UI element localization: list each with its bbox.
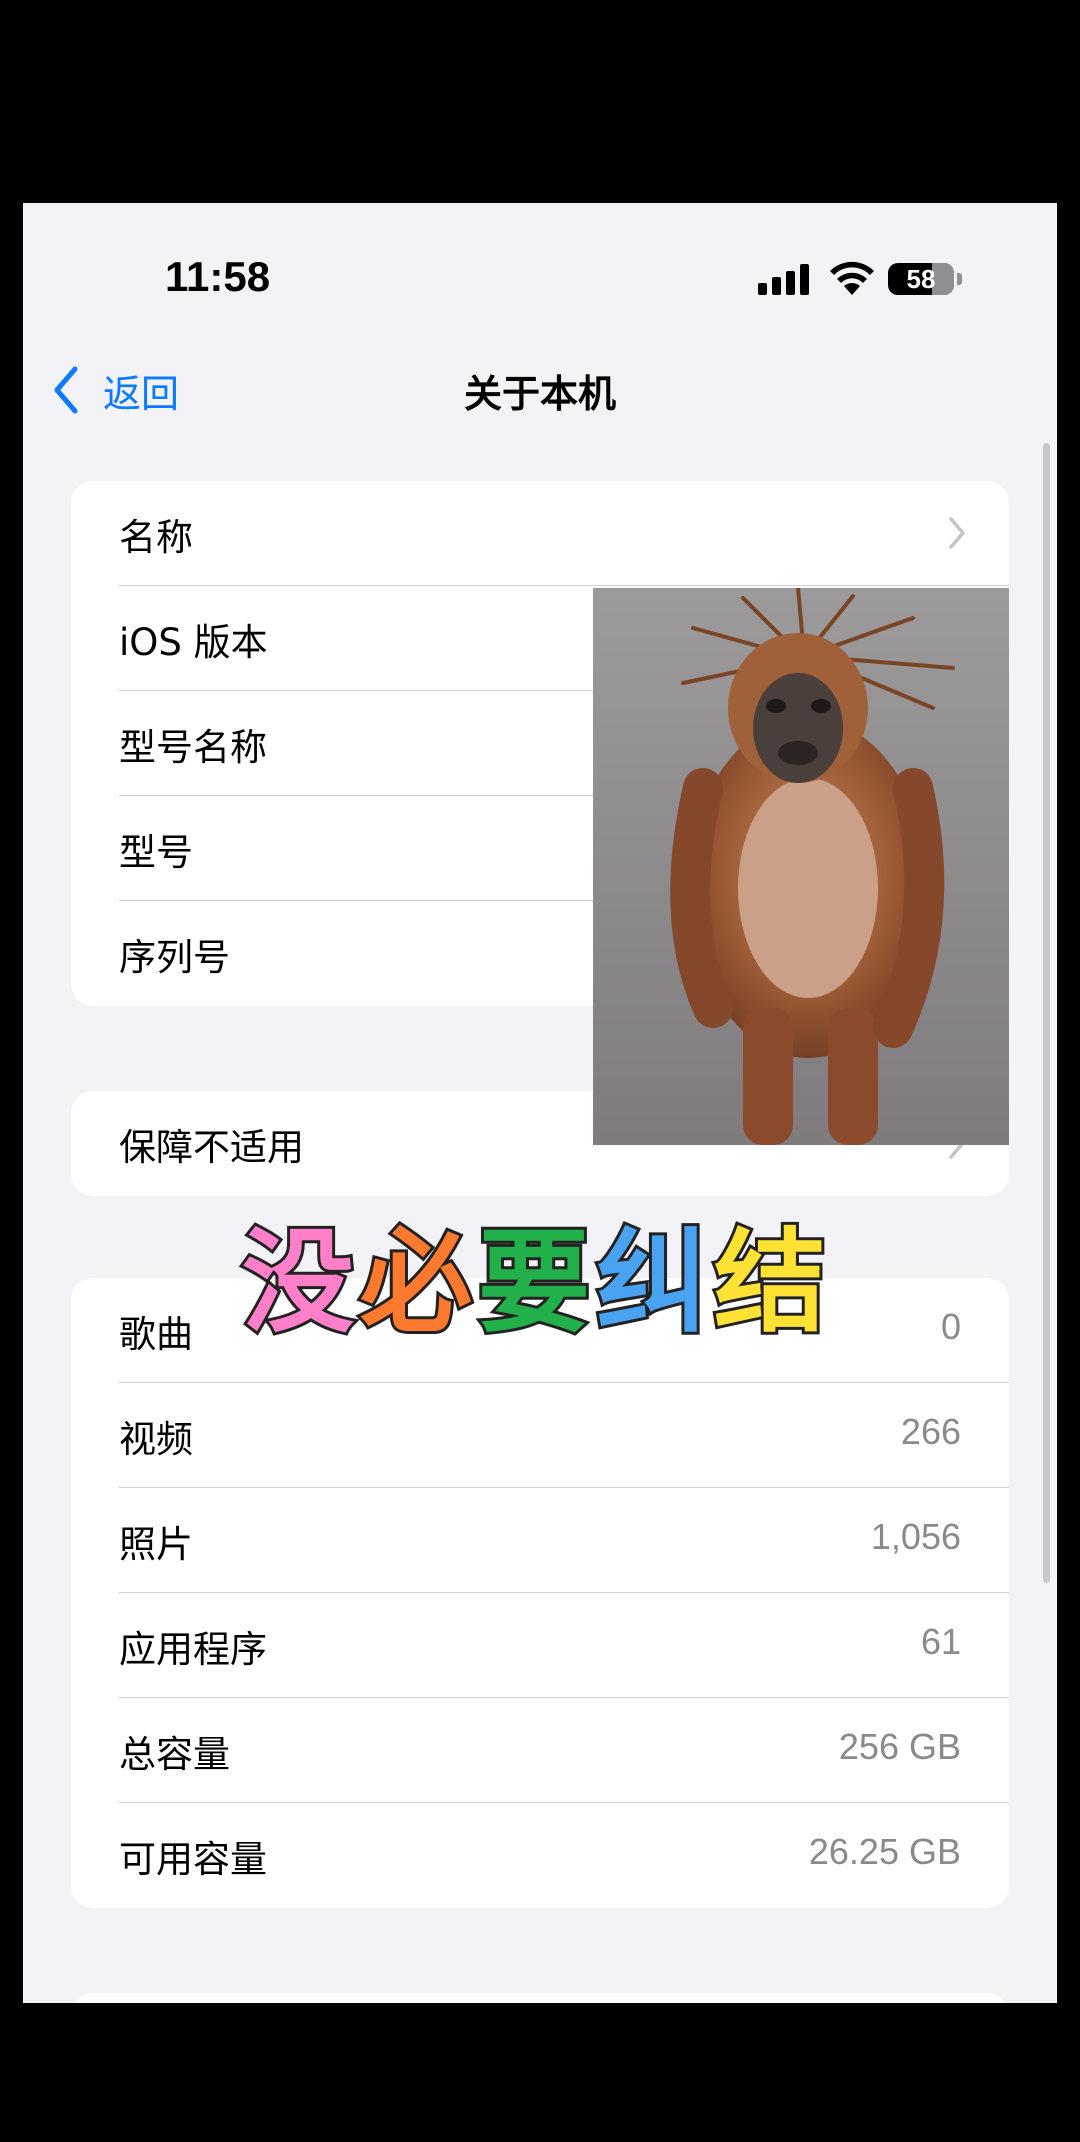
row-value: 266 [900, 1411, 961, 1452]
caption-char: 纠 [596, 1218, 708, 1343]
media-stats-group: 歌曲 0 视频 266 照片 1,056 应用程序 61 总容量 256 GB … [71, 1278, 1009, 1908]
row-available-capacity: 可用容量 26.25 GB [71, 1803, 1009, 1908]
caption-char: 结 [714, 1218, 826, 1343]
row-label: 型号 [119, 831, 193, 874]
row-label: 保障不适用 [119, 1126, 304, 1169]
page-title: 关于本机 [463, 372, 616, 416]
row-label: 应用程序 [119, 1628, 267, 1671]
row-total-capacity: 总容量 256 GB [71, 1698, 1009, 1803]
row-value: 61 [920, 1621, 961, 1662]
next-group-edge [71, 1993, 1009, 2003]
row-label: 型号名称 [119, 726, 267, 769]
phone-screen: 11:58 58 返回 关于本机 名称 iOS 版本 型号名称 型号 序列号 保… [23, 203, 1057, 2003]
status-time: 11:58 [165, 253, 271, 300]
row-applications: 应用程序 61 [71, 1593, 1009, 1698]
caption-char: 必 [360, 1218, 472, 1343]
battery-level: 58 [906, 264, 936, 294]
row-value: 1,056 [870, 1516, 961, 1557]
row-videos: 视频 266 [71, 1383, 1009, 1488]
row-label: 总容量 [119, 1733, 230, 1776]
status-bar: 11:58 58 [23, 203, 1057, 353]
battery-cap [957, 273, 962, 285]
scrollbar[interactable] [1043, 443, 1050, 1583]
row-value: 256 GB [838, 1726, 961, 1767]
row-label: iOS 版本 [119, 621, 268, 664]
row-photos: 照片 1,056 [71, 1488, 1009, 1593]
row-label: 名称 [119, 516, 193, 559]
row-label: 可用容量 [119, 1838, 267, 1881]
row-name[interactable]: 名称 [71, 481, 1009, 586]
chevron-right-icon [949, 517, 965, 549]
meme-caption: 没 必 要 纠 结 [239, 1215, 829, 1343]
row-label: 序列号 [119, 936, 230, 979]
row-label: 视频 [119, 1418, 193, 1461]
caption-char: 要 [478, 1218, 590, 1343]
caption-char: 没 [242, 1218, 354, 1343]
orangutan-meme-image [593, 588, 1009, 1145]
wifi-icon [830, 261, 874, 295]
battery-indicator: 58 [888, 263, 954, 295]
row-value: 26.25 GB [808, 1831, 961, 1872]
row-label: 照片 [119, 1523, 193, 1566]
signal-icon [758, 264, 809, 295]
